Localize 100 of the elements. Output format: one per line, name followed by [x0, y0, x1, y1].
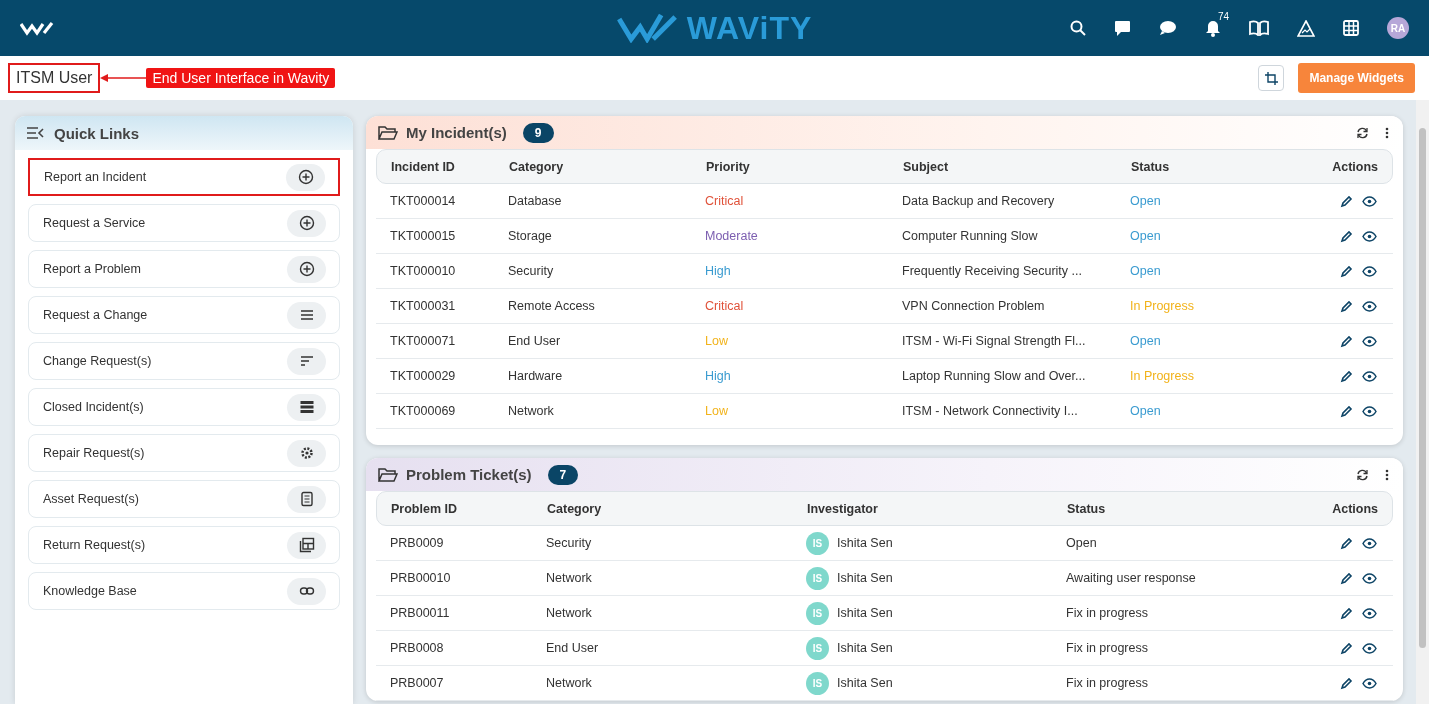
table-cell-text: PRB0008	[390, 641, 445, 655]
quick-link-label: Closed Incident(s)	[43, 400, 144, 414]
column-header: Actions	[1332, 501, 1378, 516]
view-icon[interactable]	[1362, 677, 1377, 689]
column-header: Problem ID	[391, 501, 458, 516]
refresh-icon[interactable]	[1356, 126, 1369, 139]
quick-link-label: Asset Request(s)	[43, 492, 139, 506]
panel-title: Quick Links	[54, 124, 140, 142]
quick-link-label: Repair Request(s)	[43, 446, 145, 460]
table-cell-text: ITSM - Network Connectivity I...	[902, 404, 1079, 418]
plus-circle-icon	[298, 215, 315, 231]
table-cell-text: Hardware	[508, 369, 564, 383]
edit-icon[interactable]	[1340, 676, 1353, 690]
page-title: ITSM User	[8, 63, 101, 93]
table-cell-text: Network	[546, 606, 593, 620]
folder-icon	[378, 466, 398, 483]
view-icon[interactable]	[1362, 335, 1377, 347]
table-cell-text: TKT000015	[390, 229, 457, 243]
table-cell-text: Low	[705, 334, 729, 348]
table-cell-text: High	[705, 264, 732, 278]
column-header: Priority	[706, 159, 751, 174]
view-icon[interactable]	[1362, 230, 1377, 242]
refresh-icon[interactable]	[1356, 468, 1369, 481]
view-icon[interactable]	[1362, 265, 1377, 277]
edit-icon[interactable]	[1340, 299, 1353, 313]
quick-link-item[interactable]: Report a Problem	[28, 250, 340, 288]
table-cell-text: Open	[1130, 194, 1162, 208]
quick-link-item[interactable]: Request a Change	[28, 296, 340, 334]
edit-icon[interactable]	[1340, 404, 1353, 418]
table-cell-text: Open	[1130, 229, 1162, 243]
table-cell-text: TKT000010	[390, 264, 457, 278]
quick-link-label: Change Request(s)	[43, 354, 152, 368]
view-icon[interactable]	[1362, 642, 1377, 654]
table-cell-text: Low	[705, 404, 729, 418]
table-cell-text: PRB0007	[390, 676, 445, 690]
edit-icon[interactable]	[1340, 369, 1353, 383]
view-icon[interactable]	[1362, 537, 1377, 549]
annotation-arrow	[100, 73, 147, 83]
table-cell-text: Open	[1066, 536, 1098, 550]
more-icon[interactable]	[1385, 468, 1389, 481]
table-cell-text: End User	[546, 641, 600, 655]
table-cell-text: Critical	[705, 194, 745, 208]
investigator-avatar: IS	[806, 566, 829, 590]
bell-icon[interactable]	[1205, 19, 1221, 37]
table-cell-text: ITSM - Wi-Fi Signal Strength Fl...	[902, 334, 1087, 348]
quick-link-item[interactable]: Repair Request(s)	[28, 434, 340, 472]
view-icon[interactable]	[1362, 607, 1377, 619]
table-cell-text: Storage	[508, 229, 553, 243]
table-cell-text: TKT000031	[390, 299, 457, 313]
column-header: Actions	[1332, 159, 1378, 174]
edit-icon[interactable]	[1340, 606, 1353, 620]
edit-icon[interactable]	[1340, 229, 1353, 243]
chat-icon[interactable]	[1114, 19, 1131, 37]
sort-icon	[298, 353, 315, 369]
table-cell-text: TKT000069	[390, 404, 457, 418]
table-cell-text: Awaiting user response	[1066, 571, 1197, 585]
quick-link-item[interactable]: Request a Service	[28, 204, 340, 242]
quick-link-label: Request a Service	[43, 216, 146, 230]
table-cell: Ishita Sen	[837, 641, 893, 655]
quick-link-item[interactable]: Return Request(s)	[28, 526, 340, 564]
table-cell-text: TKT000014	[390, 194, 457, 208]
more-icon[interactable]	[1385, 126, 1389, 139]
table-cell-text: Security	[546, 536, 593, 550]
column-header: Investigator	[807, 501, 879, 516]
book-icon[interactable]	[1249, 20, 1269, 36]
edit-icon[interactable]	[1340, 641, 1353, 655]
view-icon[interactable]	[1362, 572, 1377, 584]
edit-icon[interactable]	[1340, 536, 1353, 550]
count-badge: 9	[522, 122, 554, 143]
grid-icon[interactable]	[1343, 20, 1359, 36]
scrollbar[interactable]	[1416, 100, 1429, 704]
column-header: Status	[1067, 501, 1107, 516]
table-cell-text: End User	[508, 334, 562, 348]
table-cell-text: Critical	[705, 299, 745, 313]
investigator-avatar: IS	[806, 601, 829, 625]
quick-link-item[interactable]: Asset Request(s)	[28, 480, 340, 518]
table-cell-text: Data Backup and Recovery	[902, 194, 1056, 208]
crop-button[interactable]	[1258, 65, 1285, 91]
triangle-icon[interactable]	[1297, 19, 1315, 37]
table-cell-text: Frequently Receiving Security ...	[902, 264, 1083, 278]
table-cell-text: Network	[508, 404, 555, 418]
search-icon[interactable]	[1070, 20, 1086, 36]
quick-link-item[interactable]: Report an Incident	[28, 158, 340, 196]
table-cell: Ishita Sen	[837, 676, 893, 690]
collapse-menu-icon[interactable]	[27, 127, 44, 139]
edit-icon[interactable]	[1340, 334, 1353, 348]
message-icon[interactable]	[1159, 20, 1177, 36]
panel-title: My Incident(s)	[406, 124, 507, 141]
quick-link-item[interactable]: Knowledge Base	[28, 572, 340, 610]
view-icon[interactable]	[1362, 195, 1377, 207]
view-icon[interactable]	[1362, 300, 1377, 312]
view-icon[interactable]	[1362, 370, 1377, 382]
quick-link-item[interactable]: Change Request(s)	[28, 342, 340, 380]
edit-icon[interactable]	[1340, 194, 1353, 208]
edit-icon[interactable]	[1340, 264, 1353, 278]
view-icon[interactable]	[1362, 405, 1377, 417]
app-logo-icon[interactable]	[20, 20, 54, 36]
table-cell-text: Open	[1130, 334, 1162, 348]
quick-link-item[interactable]: Closed Incident(s)	[28, 388, 340, 426]
edit-icon[interactable]	[1340, 571, 1353, 585]
